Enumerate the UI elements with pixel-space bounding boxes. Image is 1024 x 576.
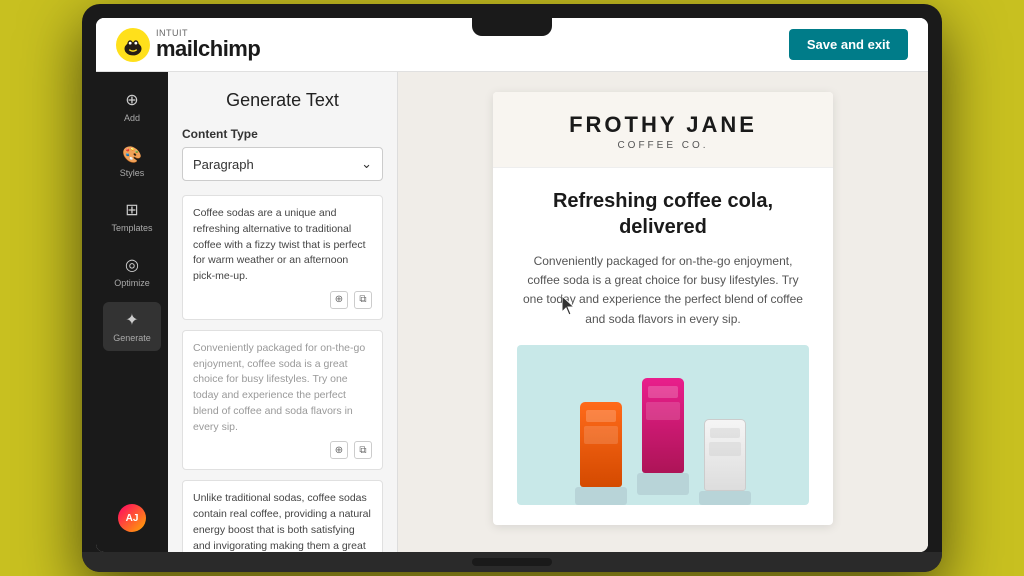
screen: INTUIT mailchimp Save and exit ⊕ Add 🎨 S…: [96, 18, 928, 552]
block-1-add-button[interactable]: ⊕: [330, 291, 348, 309]
logo-text: INTUIT mailchimp: [156, 29, 260, 60]
email-body: Refreshing coffee cola, delivered Conven…: [493, 168, 833, 525]
text-block-3-content: Unlike traditional sodas, coffee sodas c…: [193, 491, 372, 552]
panel-title: Generate Text: [182, 90, 383, 111]
laptop-frame: INTUIT mailchimp Save and exit ⊕ Add 🎨 S…: [82, 4, 942, 572]
laptop-bottom: [82, 552, 942, 572]
user-avatar[interactable]: AJ: [118, 504, 146, 532]
templates-icon: ⊞: [125, 200, 138, 220]
email-body-text: Conveniently packaged for on-the-go enjo…: [517, 252, 809, 329]
block-1-actions: ⊕ ⧉: [193, 291, 372, 309]
generate-icon: ✦: [125, 310, 138, 330]
logo-area: INTUIT mailchimp: [116, 28, 260, 62]
sidebar-label-optimize: Optimize: [114, 278, 150, 288]
sidebar-item-add[interactable]: ⊕ Add: [103, 82, 161, 131]
product-image: [517, 345, 809, 505]
content-type-label: Content Type: [182, 127, 383, 141]
text-block-2-content: Conveniently packaged for on-the-go enjo…: [193, 341, 372, 436]
sidebar-label-add: Add: [124, 113, 140, 123]
sidebar-item-generate[interactable]: ✦ Generate: [103, 302, 161, 351]
preview-panel: FROTHY JANE COFFEE CO. Refreshing coffee…: [398, 72, 928, 552]
brand-name: FROTHY JANE: [517, 112, 809, 138]
main-layout: ⊕ Add 🎨 Styles ⊞ Templates ◎ Optimize ✦: [96, 72, 928, 552]
center-panel: Generate Text Content Type Paragraph ⌄ C…: [168, 72, 398, 552]
sidebar-label-generate: Generate: [113, 333, 151, 343]
block-2-add-button[interactable]: ⊕: [330, 441, 348, 459]
text-block-1-content: Coffee sodas are a unique and refreshing…: [193, 206, 372, 285]
brand-sub: COFFEE CO.: [517, 140, 809, 151]
sidebar: ⊕ Add 🎨 Styles ⊞ Templates ◎ Optimize ✦: [96, 72, 168, 552]
email-header: FROTHY JANE COFFEE CO.: [493, 92, 833, 168]
email-headline: Refreshing coffee cola, delivered: [517, 188, 809, 240]
save-exit-button[interactable]: Save and exit: [789, 29, 908, 60]
sidebar-item-styles[interactable]: 🎨 Styles: [103, 137, 161, 186]
text-block-1: Coffee sodas are a unique and refreshing…: [182, 195, 383, 320]
chevron-down-icon: ⌄: [361, 156, 372, 172]
mailchimp-label: mailchimp: [156, 38, 260, 60]
add-icon: ⊕: [125, 90, 138, 110]
sidebar-label-styles: Styles: [120, 168, 145, 178]
laptop-chin-notch: [472, 558, 552, 566]
sidebar-item-templates[interactable]: ⊞ Templates: [103, 192, 161, 241]
text-block-3: Unlike traditional sodas, coffee sodas c…: [182, 480, 383, 552]
block-2-copy-button[interactable]: ⧉: [354, 441, 372, 459]
mailchimp-logo-icon: [116, 28, 150, 62]
sidebar-label-templates: Templates: [111, 223, 152, 233]
email-preview: FROTHY JANE COFFEE CO. Refreshing coffee…: [493, 92, 833, 525]
notch: [472, 18, 552, 36]
dropdown-value: Paragraph: [193, 157, 254, 172]
text-block-2: Conveniently packaged for on-the-go enjo…: [182, 330, 383, 471]
styles-icon: 🎨: [122, 145, 142, 165]
optimize-icon: ◎: [125, 255, 139, 275]
sidebar-item-optimize[interactable]: ◎ Optimize: [103, 247, 161, 296]
block-1-copy-button[interactable]: ⧉: [354, 291, 372, 309]
content-type-dropdown[interactable]: Paragraph ⌄: [182, 147, 383, 181]
block-2-actions: ⊕ ⧉: [193, 441, 372, 459]
